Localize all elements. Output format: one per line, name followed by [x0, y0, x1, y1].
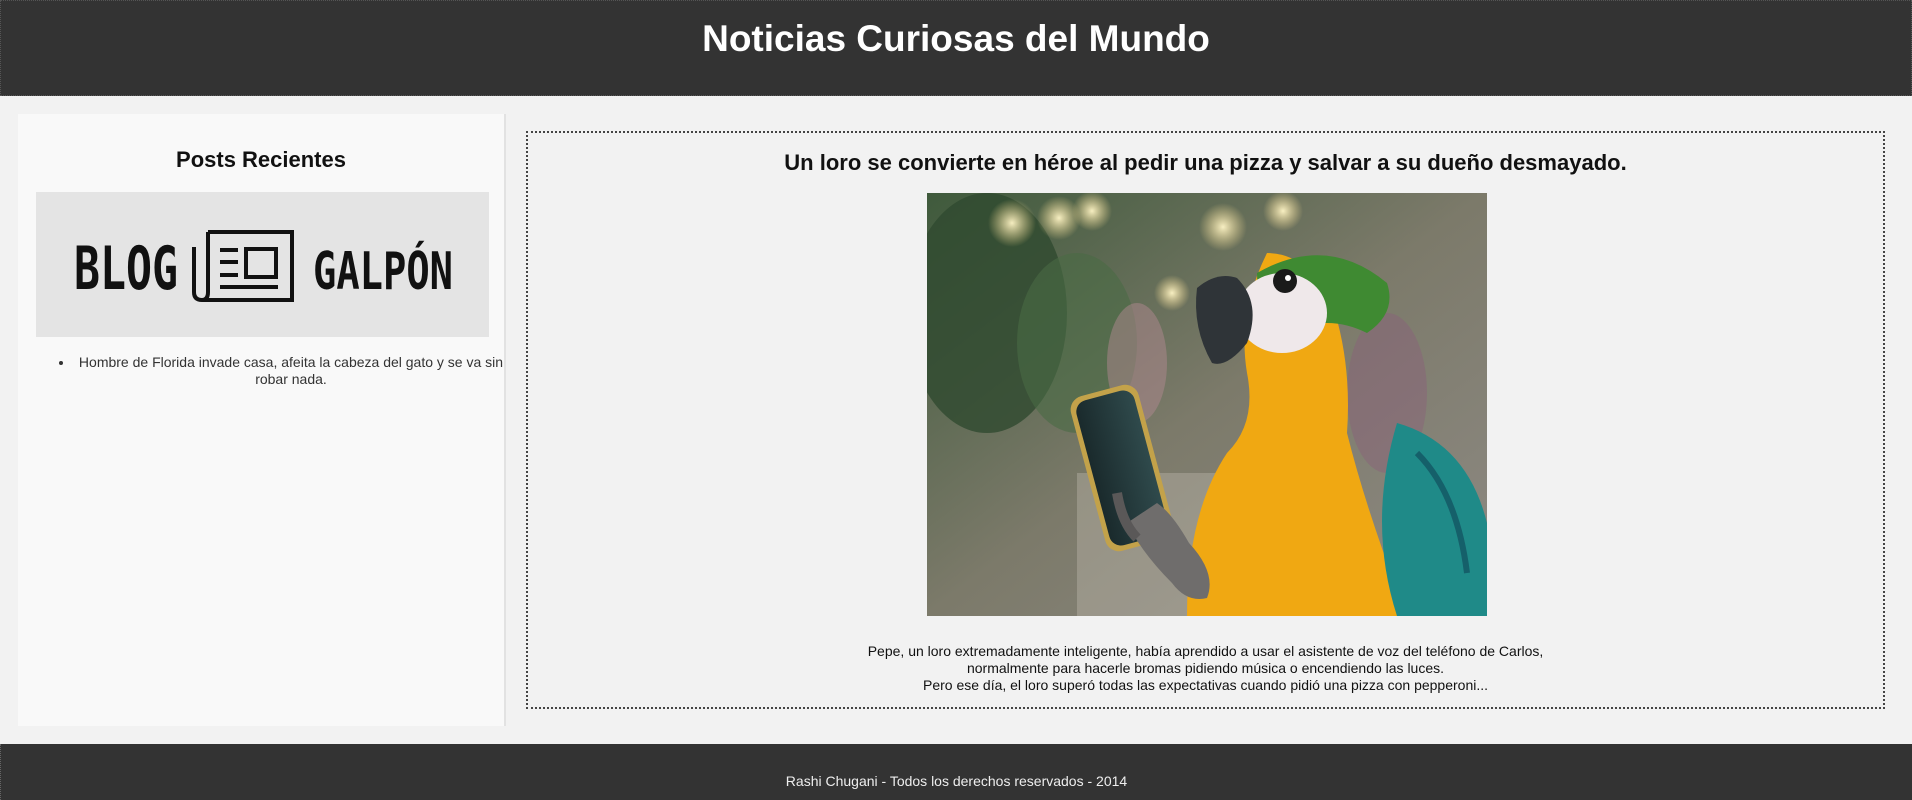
article-paragraph-line: Pero ese día, el loro superó todas las e… [922, 677, 1489, 693]
article-paragraph-line: normalmente para hacerle bromas pidiendo… [966, 660, 1445, 676]
recent-post-item[interactable]: Hombre de Florida invade casa, afeita la… [74, 354, 508, 388]
footer-copyright: Rashi Chugani - Todos los derechos reser… [785, 773, 1128, 789]
site-footer: Rashi Chugani - Todos los derechos reser… [0, 744, 1912, 800]
blog-logo[interactable]: BLOG GALPÓN [36, 192, 489, 337]
main-article: Un loro se convierte en héroe al pedir u… [526, 131, 1885, 709]
site-title: Noticias Curiosas del Mundo [702, 18, 1210, 59]
blog-logo-text-left: BLOG [74, 234, 178, 304]
article-paragraph-line: Pepe, un loro extremadamente inteligente… [867, 643, 1544, 659]
blog-logo-text-right: GALPÓN [313, 240, 453, 302]
parrot-photo [927, 193, 1487, 616]
article-body: Pepe, un loro extremadamente inteligente… [528, 643, 1883, 694]
sidebar-title: Posts Recientes [176, 147, 346, 172]
site-header: Noticias Curiosas del Mundo [0, 0, 1912, 96]
sidebar: Posts Recientes BLOG GALPÓN Hombre de Fl… [18, 114, 506, 726]
article-title: Un loro se convierte en héroe al pedir u… [784, 150, 1627, 175]
recent-posts-list: Hombre de Florida invade casa, afeita la… [74, 354, 508, 388]
